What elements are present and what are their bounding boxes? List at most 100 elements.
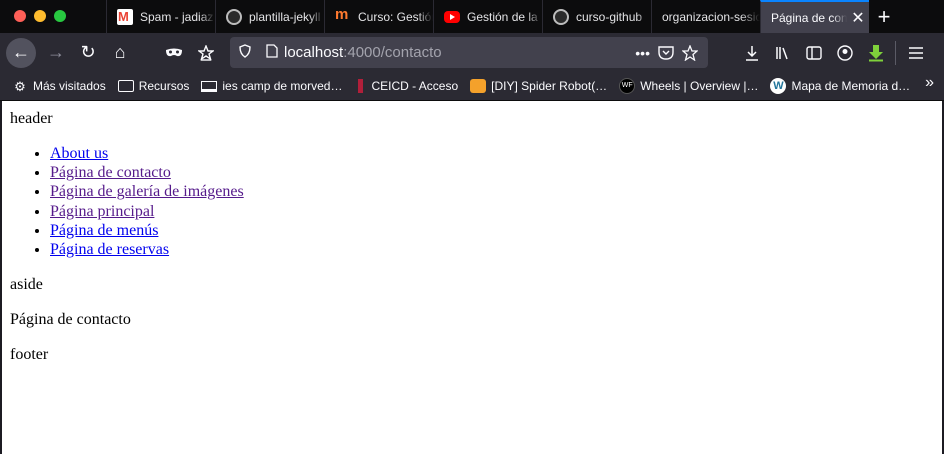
- mask-icon: [166, 48, 182, 56]
- bookmark-label: CEICD - Acceso: [371, 79, 459, 93]
- more-bookmarks-icon[interactable]: »: [925, 74, 934, 92]
- nav-item: Página de reservas: [50, 240, 934, 259]
- page-footer: footer: [10, 346, 49, 364]
- nav-item: About us: [50, 144, 934, 163]
- extension-button[interactable]: [860, 37, 891, 69]
- tab-youtube[interactable]: Gestión de la: [433, 0, 542, 33]
- back-button[interactable]: ←: [6, 37, 36, 68]
- tab-plantilla-jekyll[interactable]: plantilla-jekyll: [215, 0, 324, 33]
- bookmarks-toolbar: ⚙ Más visitados Recursos ies camp de mor…: [0, 72, 944, 101]
- tab-title: organizacion-sesiones: [662, 9, 760, 24]
- nav-item: Página de galería de imágenes: [50, 182, 934, 201]
- wordpress-icon: W: [770, 78, 787, 94]
- pin-button[interactable]: [190, 37, 222, 69]
- bookmark-label: Wheels | Overview |…: [640, 79, 759, 93]
- link-reservas[interactable]: Página de reservas: [50, 241, 169, 258]
- tab-title: plantilla-jekyll: [249, 9, 321, 24]
- window-close-button[interactable]: [14, 10, 26, 22]
- tab-curso-github[interactable]: curso-github: [542, 0, 651, 33]
- nav-item: Página de contacto: [50, 163, 934, 182]
- ceicd-icon: [358, 79, 364, 93]
- library-icon: [775, 46, 788, 59]
- download-icon: [745, 45, 758, 61]
- tab-title: Gestión de la: [467, 9, 538, 24]
- folder-icon: [117, 80, 134, 92]
- bookmark-label: Mapa de Memoria d…: [791, 79, 911, 93]
- reload-icon: ↻: [80, 42, 96, 62]
- tab-title: curso-github: [576, 9, 643, 24]
- home-icon: ⌂: [114, 42, 126, 62]
- link-menus[interactable]: Página de menús: [50, 222, 158, 239]
- tab-organizacion-sesiones[interactable]: organizacion-sesiones: [651, 0, 760, 33]
- bookmark-star-icon[interactable]: [682, 44, 698, 61]
- bookmark-ies-camp[interactable]: ies camp de morved…: [195, 74, 348, 98]
- tab-title: Spam - jadiaz: [140, 9, 214, 24]
- link-principal[interactable]: Página principal: [50, 203, 154, 220]
- bookmark-mapa-memoria[interactable]: W Mapa de Memoria d…: [764, 74, 916, 98]
- address-bar[interactable]: localhost:4000/contacto •••: [230, 37, 708, 68]
- tab-pagina-contacto[interactable]: Página de contacto ✕: [760, 0, 869, 33]
- nav-item: Página principal: [50, 202, 934, 221]
- url-text[interactable]: localhost:4000/contacto: [284, 44, 635, 61]
- github-icon: [553, 8, 569, 25]
- nav-item: Página de menús: [50, 221, 934, 240]
- green-download-icon: [868, 44, 883, 61]
- arrow-left-icon: ←: [12, 42, 30, 62]
- hamburger-menu-icon: [908, 46, 923, 59]
- tab-title: Curso: Gestión: [358, 9, 433, 24]
- gear-icon: ⚙: [14, 79, 26, 94]
- downloads-button[interactable]: [736, 37, 767, 69]
- bookmark-recursos[interactable]: Recursos: [112, 74, 196, 98]
- page-main-title: Página de contacto: [10, 311, 131, 329]
- tab-gmail[interactable]: Spam - jadiaz: [106, 0, 215, 33]
- pocket-icon[interactable]: [658, 45, 674, 60]
- tab-curso-gestion[interactable]: Curso: Gestión: [324, 0, 433, 33]
- gmail-icon: [117, 8, 133, 25]
- forward-button[interactable]: →: [40, 37, 72, 69]
- home-button[interactable]: ⌂: [104, 37, 136, 69]
- window-controls: [0, 0, 106, 33]
- reload-button[interactable]: ↻: [72, 37, 104, 69]
- youtube-icon: [444, 10, 460, 23]
- close-tab-icon[interactable]: ✕: [847, 8, 869, 28]
- bookmark-wheels[interactable]: WF Wheels | Overview |…: [613, 74, 764, 98]
- page-actions-icon[interactable]: •••: [635, 45, 650, 61]
- window-minimize-button[interactable]: [34, 10, 46, 22]
- wf-icon: WF: [619, 78, 636, 94]
- navigation-toolbar: ← → ↻ ⌂ localhost:4000/contacto •••: [0, 33, 944, 72]
- library-button[interactable]: [767, 37, 798, 69]
- domestika-icon: [335, 6, 351, 25]
- bookmark-mas-visitados[interactable]: ⚙ Más visitados: [6, 74, 112, 98]
- toolbar-right: [736, 33, 931, 72]
- tracking-shield-icon[interactable]: [230, 44, 260, 61]
- new-tab-button[interactable]: +: [869, 0, 899, 33]
- bookmark-spider-robot[interactable]: [DIY] Spider Robot(…: [464, 74, 613, 98]
- spider-icon: [470, 79, 487, 93]
- bookmark-label: Más visitados: [33, 79, 106, 93]
- sidebar-icon: [805, 45, 822, 60]
- account-icon: [836, 44, 853, 61]
- window-maximize-button[interactable]: [54, 10, 66, 22]
- laptop-icon: [201, 80, 218, 92]
- page-viewport: header About us Página de contacto Págin…: [2, 101, 942, 454]
- sidebar-button[interactable]: [798, 37, 829, 69]
- bookmark-label: Recursos: [138, 79, 190, 93]
- private-mask-button[interactable]: [158, 37, 190, 69]
- bookmark-ceicd[interactable]: CEICD - Acceso: [348, 74, 464, 98]
- link-contacto[interactable]: Página de contacto: [50, 164, 171, 181]
- url-path: :4000/contacto: [343, 44, 442, 61]
- github-icon: [226, 8, 242, 25]
- star-pin-icon: [198, 44, 214, 61]
- url-host: localhost: [284, 44, 344, 61]
- link-galeria[interactable]: Página de galería de imágenes: [50, 183, 244, 200]
- bookmark-label: ies camp de morved…: [222, 79, 343, 93]
- page-header: header: [10, 110, 53, 127]
- menu-button[interactable]: [900, 37, 931, 69]
- toolbar-separator: [895, 40, 896, 65]
- account-button[interactable]: [829, 37, 860, 69]
- bookmark-label: [DIY] Spider Robot(…: [491, 79, 608, 93]
- page-info-icon[interactable]: [260, 44, 284, 61]
- tab-strip: Spam - jadiaz plantilla-jekyll Curso: Ge…: [0, 0, 944, 33]
- link-about-us[interactable]: About us: [50, 145, 108, 162]
- nav-list: About us Página de contacto Página de ga…: [10, 144, 934, 259]
